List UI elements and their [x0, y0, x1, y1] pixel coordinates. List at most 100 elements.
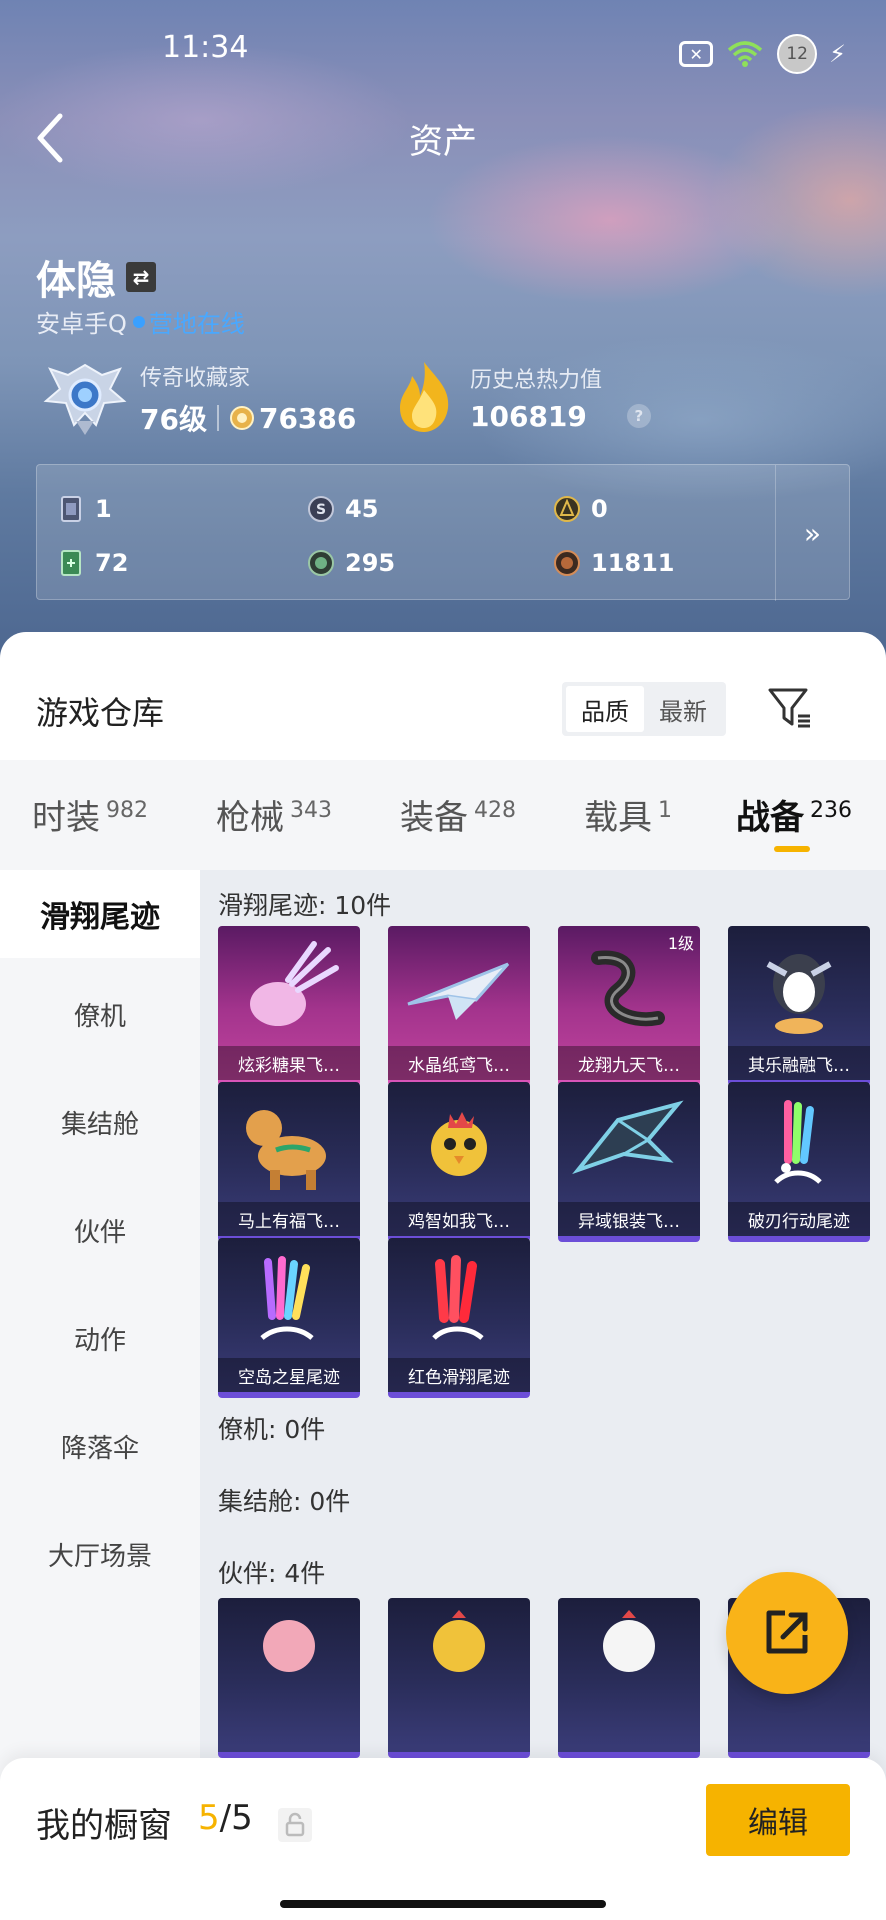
wifi-icon	[727, 41, 763, 67]
tab-guns[interactable]: 枪械 343	[216, 790, 332, 839]
showcase-label: 我的橱窗	[36, 1806, 172, 1846]
currency-value: 72	[95, 549, 129, 577]
tab-label: 时装	[32, 798, 100, 838]
item-card[interactable]: 鸡智如我飞…	[388, 1082, 530, 1242]
sidebar-item-lobby-scene[interactable]: 大厅场景	[0, 1510, 200, 1598]
status-icons: ✕ 12 ⚡	[679, 34, 846, 74]
sort-quality-option[interactable]: 品质	[566, 686, 644, 732]
item-card[interactable]: 水晶纸鸢飞…	[388, 926, 530, 1086]
tab-vehicles[interactable]: 载具 1	[584, 790, 672, 839]
item-card[interactable]: 异域银装飞…	[558, 1082, 700, 1242]
tab-count: 343	[290, 798, 332, 823]
tab-count: 1	[658, 798, 672, 823]
currency-more-button[interactable]: »	[775, 465, 849, 601]
item-card[interactable]: 红色滑翔尾迹	[388, 1238, 530, 1398]
heat-value-block[interactable]: 历史总热力值 106819 ?	[394, 360, 651, 434]
collector-points-icon	[229, 406, 254, 430]
sort-toggle: 品质 最新	[562, 682, 726, 736]
section-label-wingman: 僚机: 0件	[218, 1415, 326, 1444]
collector-points: 76386	[258, 401, 357, 435]
item-name: 异域银装飞…	[558, 1202, 700, 1236]
partner-avatar-icon	[263, 1620, 315, 1672]
share-button[interactable]	[726, 1572, 848, 1694]
sidebar-item-emote[interactable]: 动作	[0, 1294, 200, 1382]
collector-level: 76级	[140, 403, 207, 436]
collector-rank-icon	[43, 363, 127, 435]
tab-battle-gear[interactable]: 战备 236	[736, 790, 852, 839]
heat-value: 106819	[470, 399, 587, 433]
currency-item: S 45	[307, 495, 378, 523]
partner-card[interactable]	[388, 1598, 530, 1758]
sidebar-item-wingman[interactable]: 僚机	[0, 970, 200, 1058]
sidebar-item-parachute[interactable]: 降落伞	[0, 1402, 200, 1490]
help-icon[interactable]: ?	[626, 404, 651, 428]
partner-card[interactable]	[218, 1598, 360, 1758]
red-glide-trail-icon	[432, 1255, 484, 1341]
currency-item: 1	[57, 495, 112, 523]
item-name: 破刃行动尾迹	[728, 1202, 870, 1236]
tab-count: 236	[810, 798, 852, 823]
filter-icon[interactable]	[766, 684, 814, 732]
platform-label: 安卓手Q	[36, 310, 127, 338]
sidebar-item-glide-trail[interactable]: 滑翔尾迹	[0, 870, 200, 958]
sort-latest-option[interactable]: 最新	[644, 686, 722, 732]
category-tabs: 时装 982 枪械 343 装备 428 载具 1 战备 236	[0, 760, 886, 870]
switch-account-icon[interactable]: ⇄	[126, 262, 156, 292]
item-card[interactable]: 破刃行动尾迹	[728, 1082, 870, 1242]
item-card[interactable]: 其乐融融飞…	[728, 926, 870, 1086]
showcase-current: 5	[198, 1798, 220, 1838]
tab-label: 装备	[400, 798, 468, 838]
edit-button[interactable]: 编辑	[706, 1784, 850, 1856]
item-name: 其乐融融飞…	[728, 1046, 870, 1080]
battery-icon: 12	[777, 34, 818, 74]
penguin-glider-icon	[766, 954, 832, 1034]
currency-item: 0	[553, 495, 608, 523]
item-card[interactable]: 炫彩糖果飞…	[218, 926, 360, 1086]
page-title: 资产	[409, 122, 477, 162]
showcase-count: 5/5	[198, 1798, 253, 1838]
item-name: 红色滑翔尾迹	[388, 1358, 530, 1392]
silver-coin-icon: S	[308, 496, 334, 522]
item-card[interactable]: 马上有福飞…	[218, 1082, 360, 1242]
item-name: 鸡智如我飞…	[388, 1202, 530, 1236]
warehouse-header: 游戏仓库 品质 最新	[0, 632, 886, 760]
chicken-glider-icon	[431, 1112, 487, 1176]
currency-item: 11811	[553, 549, 675, 577]
currency-value: 0	[591, 495, 608, 523]
item-name: 空岛之星尾迹	[218, 1358, 360, 1392]
section-label-partner: 伙伴: 4件	[218, 1559, 326, 1588]
bronze-coin-icon	[554, 550, 580, 576]
partner-card[interactable]	[558, 1598, 700, 1758]
sidebar-item-partner[interactable]: 伙伴	[0, 1186, 200, 1274]
showcase-bar: 我的橱窗 5/5 编辑	[0, 1758, 886, 1920]
currency-value: 11811	[591, 549, 675, 577]
rainbow-trail-icon	[774, 1100, 822, 1184]
tab-fashion[interactable]: 时装 982	[32, 790, 148, 839]
no-sim-icon: ✕	[679, 41, 714, 67]
flame-icon	[400, 362, 449, 432]
partner-avatar-icon	[433, 1610, 485, 1672]
rank-title: 传奇收藏家	[140, 366, 251, 391]
asset-header: 11:34 ✕ 12 ⚡ 资产 体隐 ⇄ 安卓手Q 营地在线 传奇收藏家 76级…	[0, 0, 886, 660]
currency-value: 45	[345, 495, 379, 523]
svg-text:S: S	[316, 502, 326, 518]
currency-panel[interactable]: 1 S 45 0 72 295 11811 »	[36, 464, 850, 601]
item-card[interactable]: 1级 龙翔九天飞…	[558, 926, 700, 1086]
tab-count: 428	[474, 798, 516, 823]
charging-icon: ⚡	[829, 40, 846, 68]
collector-badge[interactable]: 传奇收藏家 76级 76386	[40, 360, 356, 438]
green-ticket-icon	[61, 550, 81, 576]
tab-label: 载具	[584, 798, 652, 838]
item-name: 马上有福飞…	[218, 1202, 360, 1236]
online-dot-icon	[132, 315, 145, 328]
crystal-kite-icon	[407, 962, 510, 1020]
heat-label: 历史总热力值	[470, 367, 603, 393]
sidebar-item-capsule[interactable]: 集结舱	[0, 1078, 200, 1166]
currency-item: 295	[307, 549, 395, 577]
item-card[interactable]: 空岛之星尾迹	[218, 1238, 360, 1398]
lock-icon[interactable]	[278, 1808, 312, 1842]
green-orb-icon	[308, 550, 334, 576]
tab-equipment[interactable]: 装备 428	[400, 790, 516, 839]
currency-item: 72	[57, 549, 128, 577]
active-tab-indicator	[774, 846, 810, 852]
